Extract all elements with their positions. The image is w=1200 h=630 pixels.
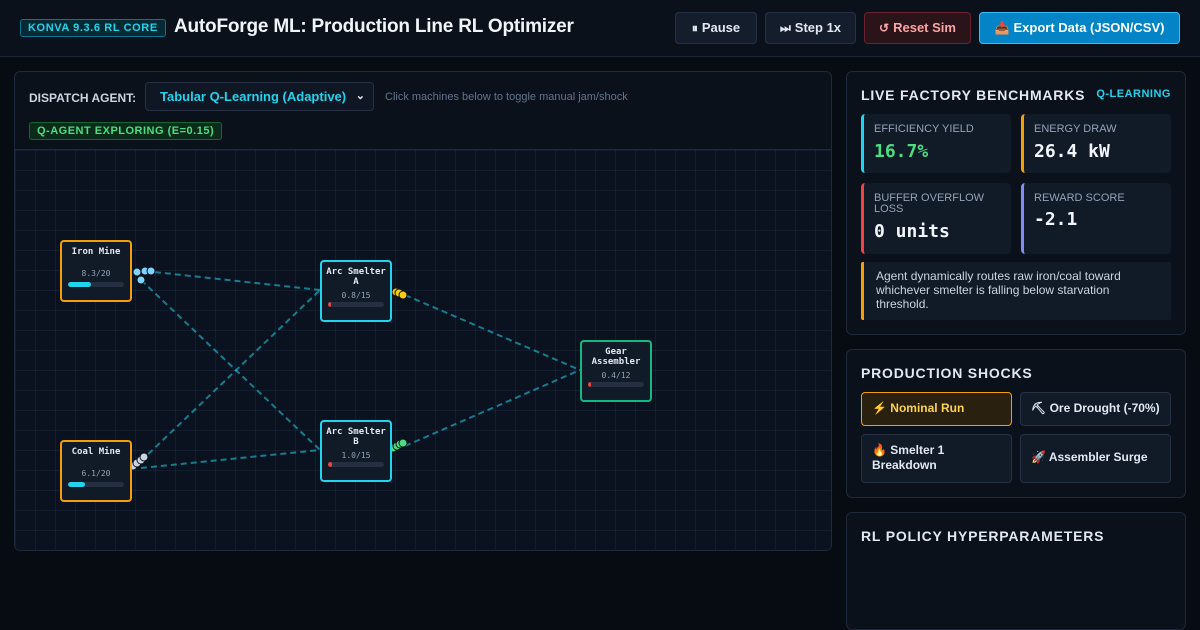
machine-name: Arc Smelter A	[326, 267, 386, 287]
dispatch-agent-select[interactable]: Tabular Q-Learning (Adaptive) ⌄	[145, 82, 374, 111]
shock-ore-drought-button[interactable]: ⛏ Ore Drought (-70%)	[1020, 392, 1171, 426]
shock-label: Ore Drought (-70%)	[1049, 401, 1160, 415]
machine-name: Coal Mine	[71, 447, 121, 457]
ingot-packet	[398, 438, 408, 448]
buffer-bar	[588, 382, 644, 387]
shocks-title: PRODUCTION SHOCKS	[861, 365, 1033, 381]
link-coal-smelter-b	[140, 449, 321, 469]
metric-value: 16.7%	[874, 141, 929, 162]
machine-coal-mine[interactable]: Coal Mine 6.1/20	[60, 440, 132, 502]
engine-version-badge: KONVA 9.3.6 RL CORE	[20, 19, 166, 37]
reset-sim-button[interactable]: ↺ Reset Sim	[864, 12, 971, 44]
benchmarks-card: LIVE FACTORY BENCHMARKS Q-LEARNING EFFIC…	[846, 71, 1186, 335]
reset-icon: ↺	[879, 21, 890, 35]
metric-value: 26.4 kW	[1034, 141, 1110, 162]
machine-buffer-count: 0.4/12	[601, 371, 631, 380]
agent-status-badge: Q-AGENT EXPLORING (E=0.15)	[29, 122, 223, 140]
link-smelter-b-gear	[404, 369, 581, 447]
pause-icon: ⏸	[691, 21, 698, 35]
dispatch-agent-label: DISPATCH AGENT:	[29, 91, 137, 105]
download-icon: 📥	[994, 21, 1010, 35]
shock-smelter-breakdown-button[interactable]: 🔥 Smelter 1 Breakdown	[861, 434, 1012, 483]
metric-efficiency: EFFICIENCY YIELD 16.7%	[861, 114, 1011, 173]
metric-energy: ENERGY DRAW 26.4 kW	[1021, 114, 1171, 173]
ore-packet	[132, 267, 142, 277]
step-button-label: Step 1x	[794, 20, 842, 35]
dispatch-agent-selected-value: Tabular Q-Learning (Adaptive)	[160, 89, 347, 104]
buffer-bar	[68, 482, 124, 487]
shock-label: Nominal Run	[890, 401, 965, 415]
machine-name: Arc Smelter B	[326, 427, 386, 447]
machine-name: Iron Mine	[71, 247, 121, 257]
buffer-bar-fill	[68, 482, 86, 487]
ore-packet	[136, 275, 146, 285]
buffer-bar-fill	[328, 462, 332, 467]
export-data-button[interactable]: 📥 Export Data (JSON/CSV)	[979, 12, 1180, 44]
hyperparameters-title: RL POLICY HYPERPARAMETERS	[861, 528, 1105, 544]
machine-arc-smelter-a[interactable]: Arc Smelter A 0.8/15	[320, 260, 392, 322]
production-shocks-card: PRODUCTION SHOCKS ⚡ Nominal Run ⛏ Ore Dr…	[846, 349, 1186, 498]
chevron-down-icon: ⌄	[355, 90, 365, 102]
app-title: AutoForge ML: Production Line RL Optimiz…	[174, 16, 574, 37]
metric-value: -2.1	[1034, 209, 1078, 230]
algorithm-tag: Q-LEARNING	[1096, 88, 1171, 100]
buffer-bar	[328, 462, 384, 467]
agent-insight-note: Agent dynamically routes raw iron/coal t…	[861, 262, 1171, 320]
link-iron-smelter-b	[140, 279, 321, 451]
machine-buffer-count: 0.8/15	[341, 291, 371, 300]
step-forward-icon: ⏭	[779, 21, 791, 35]
shock-assembler-surge-button[interactable]: 🚀 Assembler Surge	[1020, 434, 1171, 483]
buffer-bar-fill	[588, 382, 591, 387]
export-button-label: Export Data (JSON/CSV)	[1013, 20, 1165, 35]
ore-packet	[146, 266, 156, 276]
reset-button-label: Reset Sim	[893, 20, 956, 35]
dispatch-toolbar: DISPATCH AGENT: Tabular Q-Learning (Adap…	[15, 72, 831, 150]
fire-icon: 🔥	[872, 443, 887, 457]
conveyor-links	[128, 266, 581, 471]
simulation-panel: DISPATCH AGENT: Tabular Q-Learning (Adap…	[14, 71, 832, 551]
link-coal-smelter-a	[140, 289, 321, 462]
factory-canvas[interactable]: Iron Mine 8.3/20 Coal Mine 6.1/20 Arc Sm…	[15, 150, 831, 550]
metric-value: 0 units	[874, 221, 950, 242]
buffer-bar	[328, 302, 384, 307]
metric-label: BUFFER OVERFLOW LOSS	[874, 192, 985, 215]
step-button[interactable]: ⏭ Step 1x	[765, 12, 856, 44]
canvas-hint: Click machines below to toggle manual ja…	[385, 91, 628, 103]
machine-buffer-count: 6.1/20	[81, 469, 111, 478]
machine-name: Gear Assembler	[591, 347, 641, 367]
pause-button[interactable]: ⏸ Pause	[675, 12, 757, 44]
metric-label: ENERGY DRAW	[1034, 123, 1117, 135]
metric-reward: REWARD SCORE -2.1	[1021, 183, 1171, 254]
shock-nominal-run-button[interactable]: ⚡ Nominal Run	[861, 392, 1012, 426]
machine-arc-smelter-b[interactable]: Arc Smelter B 1.0/15	[320, 420, 392, 482]
metric-label: EFFICIENCY YIELD	[874, 123, 974, 135]
metric-buffer-overflow: BUFFER OVERFLOW LOSS 0 units	[861, 183, 1011, 254]
buffer-bar	[68, 282, 124, 287]
link-smelter-a-gear	[404, 294, 581, 371]
hyperparameters-card: RL POLICY HYPERPARAMETERS	[846, 512, 1186, 630]
rocket-icon: 🚀	[1031, 450, 1046, 464]
machine-buffer-count: 1.0/15	[341, 451, 371, 460]
coal-packet	[139, 452, 149, 462]
link-iron-smelter-a	[144, 270, 321, 291]
shock-label: Assembler Surge	[1048, 450, 1148, 464]
ingot-packet	[398, 290, 408, 300]
benchmarks-title: LIVE FACTORY BENCHMARKS	[861, 87, 1086, 103]
metric-label: REWARD SCORE	[1034, 192, 1125, 204]
top-bar: KONVA 9.3.6 RL CORE AutoForge ML: Produc…	[0, 0, 1200, 57]
machine-buffer-count: 8.3/20	[81, 269, 111, 278]
lightning-icon: ⚡	[872, 401, 887, 415]
pause-button-label: Pause	[701, 20, 741, 35]
machine-gear-assembler[interactable]: Gear Assembler 0.4/12	[580, 340, 652, 402]
pickaxe-icon: ⛏	[1031, 401, 1047, 415]
machine-iron-mine[interactable]: Iron Mine 8.3/20	[60, 240, 132, 302]
buffer-bar-fill	[328, 302, 331, 307]
buffer-bar-fill	[68, 282, 92, 287]
